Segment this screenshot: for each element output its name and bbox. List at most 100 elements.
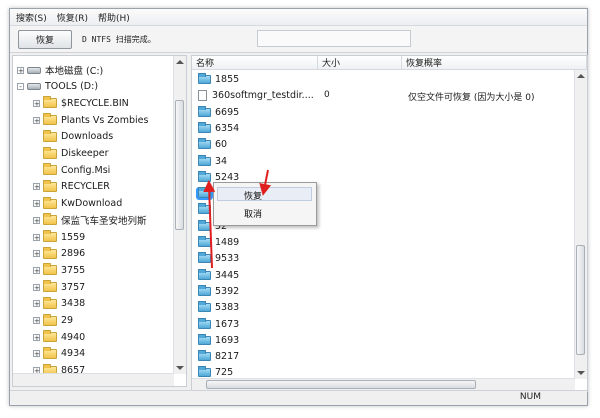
list-scroll-thumb[interactable]: [576, 245, 585, 355]
tree-item[interactable]: + KwDownload: [33, 196, 122, 212]
tree-item[interactable]: +3757: [33, 279, 85, 295]
list-item[interactable]: 5392: [198, 284, 239, 299]
list-item[interactable]: 1673: [198, 317, 239, 332]
tree-item[interactable]: + 保监飞车圣安地列斯: [33, 212, 147, 228]
folder-icon: [43, 313, 57, 326]
context-menu-recover[interactable]: 恢复: [244, 189, 262, 202]
expand-icon[interactable]: +: [33, 116, 40, 124]
list-item[interactable]: 5383: [198, 300, 239, 315]
tree-item[interactable]: - TOOLS (D:): [17, 79, 98, 95]
tree-item[interactable]: +29: [33, 313, 73, 329]
folder-icon: [198, 236, 211, 247]
list-item[interactable]: 6354: [198, 121, 239, 136]
column-header-name[interactable]: 名称: [192, 56, 318, 70]
tree-item-label: TOOLS (D:): [45, 81, 99, 93]
tree-item[interactable]: +3755: [33, 262, 85, 278]
scroll-down-icon[interactable]: [577, 371, 585, 375]
folder-icon: [198, 252, 211, 264]
list-item[interactable]: 9533: [198, 251, 239, 266]
folder-icon: [198, 73, 211, 84]
tree-item[interactable]: Diskeeper: [33, 146, 109, 162]
tree-scroll-thumb[interactable]: [175, 100, 184, 230]
folder-icon: [43, 330, 57, 343]
list-item-name: 1673: [215, 318, 240, 330]
file-icon: [198, 90, 207, 102]
folder-icon: [43, 280, 57, 293]
folder-icon: [198, 317, 211, 329]
list-item[interactable]: 6695: [198, 105, 239, 120]
tree-item[interactable]: +1559: [33, 229, 85, 245]
expand-icon[interactable]: +: [33, 200, 40, 208]
list-hscroll-thumb[interactable]: [206, 380, 476, 389]
expand-icon[interactable]: +: [17, 66, 24, 74]
expand-icon[interactable]: +: [33, 283, 40, 291]
tree-item[interactable]: + RECYCLER: [33, 179, 110, 195]
tree-item-label: 3755: [61, 264, 86, 276]
expand-icon[interactable]: +: [33, 266, 40, 274]
expand-icon[interactable]: +: [33, 300, 40, 308]
expand-icon[interactable]: +: [33, 216, 40, 224]
collapse-icon[interactable]: -: [17, 83, 24, 91]
scroll-up-icon[interactable]: [176, 60, 184, 64]
tree-vertical-scrollbar[interactable]: [173, 56, 186, 374]
folder-icon: [198, 350, 211, 362]
expand-icon[interactable]: +: [33, 317, 40, 325]
context-menu-cancel[interactable]: 取消: [244, 207, 262, 220]
tree-item-label: 4940: [61, 331, 86, 343]
menu-search[interactable]: 搜索(S): [16, 11, 47, 24]
tree-item[interactable]: +4940: [33, 329, 85, 345]
folder-icon: [43, 146, 57, 159]
num-lock-indicator: NUM: [519, 392, 541, 402]
folder-icon: [43, 113, 57, 126]
folder-icon: [198, 219, 211, 231]
scan-status-text: D NTFS 扫描完成。: [82, 35, 156, 44]
tree-item[interactable]: + $RECYCLE.BIN: [33, 95, 129, 111]
folder-icon: [198, 301, 211, 313]
list-item[interactable]: 1855: [198, 72, 239, 87]
folder-icon: [198, 366, 211, 378]
menu-recover[interactable]: 恢复(R): [57, 11, 88, 24]
tree-item-label: 3438: [61, 298, 86, 310]
tree-item[interactable]: Config.Msi: [33, 162, 110, 178]
folder-icon: [198, 138, 211, 150]
expand-icon[interactable]: +: [33, 333, 40, 341]
expand-icon[interactable]: +: [33, 250, 40, 258]
tree-item[interactable]: + Plants Vs Zombies: [33, 112, 148, 128]
tree-item-label: Config.Msi: [61, 164, 111, 176]
folder-icon: [198, 203, 211, 215]
folder-icon: [198, 268, 211, 280]
tree-item[interactable]: + 本地磁盘 (C:): [17, 62, 103, 78]
expand-icon[interactable]: +: [33, 99, 40, 107]
tree-item-label: 1559: [61, 231, 86, 243]
column-header-recovery-chance[interactable]: 恢复概率: [402, 56, 587, 70]
tree-item[interactable]: +3438: [33, 296, 85, 312]
folder-tree: + 本地磁盘 (C:) - TOOLS (D:) + $RECYCLE.BIN + Plant…: [12, 55, 187, 387]
list-item[interactable]: 60: [198, 137, 227, 152]
list-vertical-scrollbar[interactable]: [574, 70, 587, 379]
tree-item[interactable]: Downloads: [33, 129, 113, 145]
list-item[interactable]: 34: [198, 154, 227, 169]
list-item-status: 仅空文件可恢复 (因为大小是 0): [408, 93, 535, 104]
expand-icon[interactable]: +: [33, 183, 40, 191]
column-header-size[interactable]: 大小: [318, 56, 402, 70]
scroll-up-icon[interactable]: [577, 74, 585, 78]
menu-help[interactable]: 帮助(H): [98, 11, 130, 24]
list-item[interactable]: 3445: [198, 268, 239, 283]
list-item[interactable]: 1693: [198, 333, 239, 348]
list-item-name: 6695: [215, 106, 240, 118]
list-item-name: 5392: [215, 285, 240, 297]
expand-icon[interactable]: +: [33, 233, 40, 241]
list-item[interactable]: 1489: [198, 235, 239, 250]
list-item[interactable]: 8217: [198, 349, 239, 364]
list-item-name: 725: [215, 367, 234, 379]
restore-button[interactable]: 恢复: [18, 30, 72, 49]
tree-horizontal-scrollbar[interactable]: [13, 373, 174, 386]
tree-item[interactable]: +2896: [33, 246, 85, 262]
scroll-down-icon[interactable]: [176, 366, 184, 370]
folder-icon: [43, 296, 57, 309]
context-menu-highlight: [217, 187, 312, 201]
list-item[interactable]: 360softmgr_testdir....: [198, 88, 314, 103]
tree-item-label: $RECYCLE.BIN: [61, 97, 129, 109]
expand-icon[interactable]: +: [33, 350, 40, 358]
tree-item[interactable]: +4934: [33, 346, 85, 362]
